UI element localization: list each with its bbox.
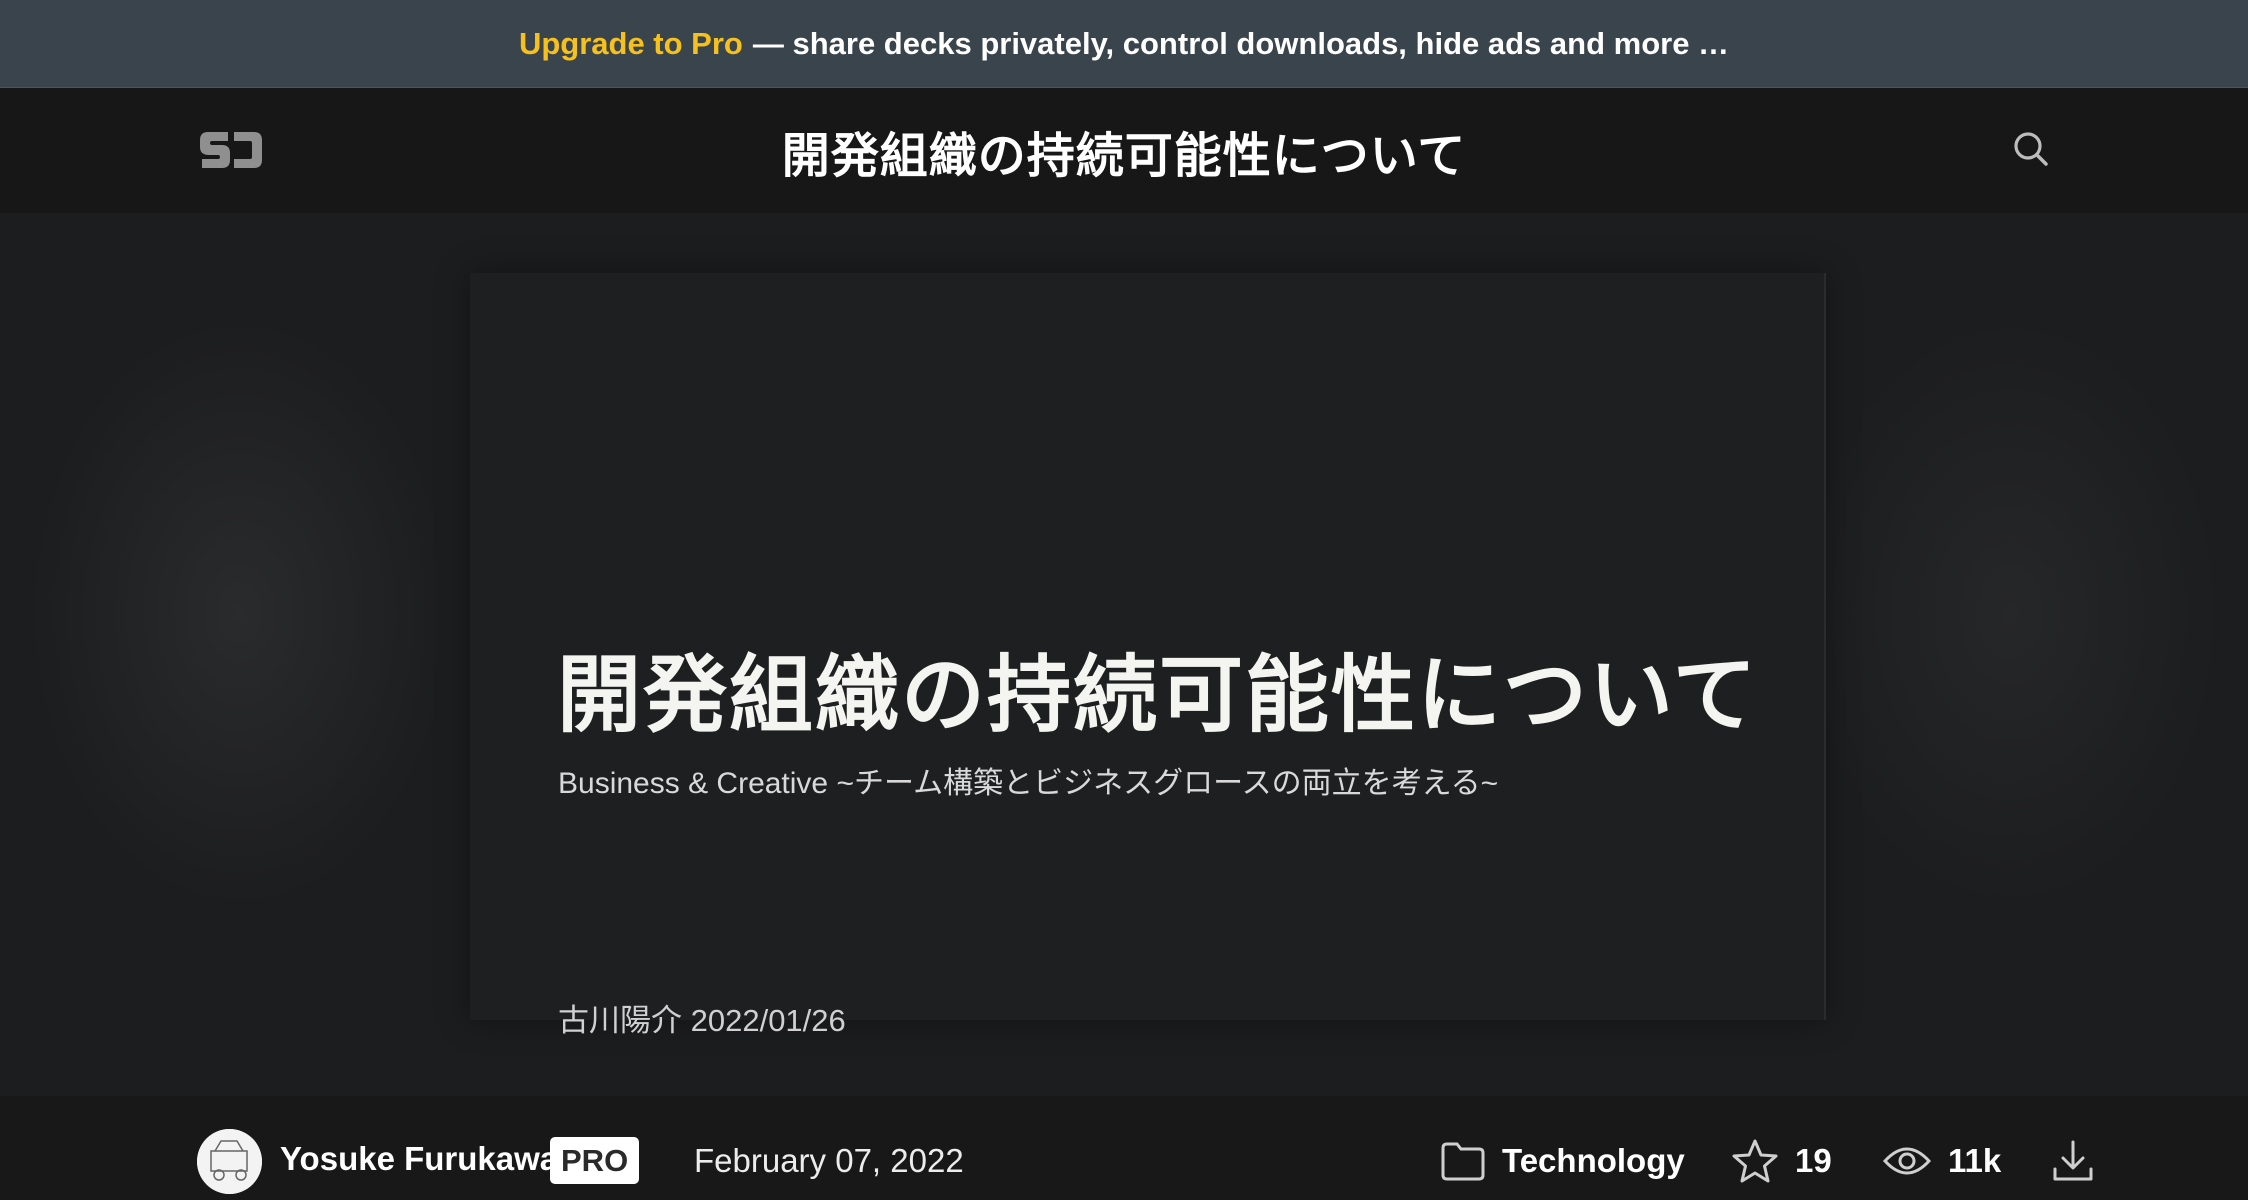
search-icon[interactable] [2012, 130, 2050, 168]
star-button[interactable]: 19 [1731, 1136, 1832, 1186]
folder-icon [1440, 1140, 1486, 1182]
avatar[interactable] [197, 1129, 262, 1194]
star-icon [1731, 1138, 1779, 1184]
promo-text: — share decks privately, control downloa… [752, 25, 1730, 61]
slide-subtitle: Business & Creative ~チーム構築とビジネスグロースの両立を考… [558, 767, 1499, 800]
author-name[interactable]: Yosuke Furukawa [280, 1140, 558, 1178]
download-icon [2052, 1139, 2094, 1183]
views-count: 11k [1948, 1142, 2002, 1179]
site-header: 開発組織の持続可能性について [0, 88, 2248, 213]
slide-viewer[interactable]: 開発組織の持続可能性について Business & Creative ~チーム構… [0, 213, 2248, 1096]
deck-info-bar: Yosuke Furukawa PRO February 07, 2022 Te… [0, 1096, 2248, 1200]
slide-frame[interactable]: 開発組織の持続可能性について Business & Creative ~チーム構… [470, 273, 1826, 1038]
pro-badge: PRO [550, 1137, 640, 1184]
slide-author-line: 古川陽介 2022/01/26 [558, 1003, 846, 1038]
views-stat: 11k [1882, 1136, 2001, 1186]
category-link[interactable]: Technology [1440, 1136, 1685, 1186]
category-label: Technology [1502, 1142, 1685, 1179]
star-count: 19 [1795, 1142, 1832, 1179]
promo-banner[interactable]: Upgrade to Pro — share decks privately, … [0, 0, 2248, 88]
download-button[interactable] [2052, 1136, 2094, 1186]
eye-icon [1882, 1141, 1932, 1181]
page-title: 開発組織の持続可能性について [781, 130, 1467, 183]
slide-title: 開発組織の持続可能性について [557, 648, 1759, 742]
publish-date: February 07, 2022 [694, 1142, 964, 1179]
upgrade-link[interactable]: Upgrade to Pro [519, 26, 743, 62]
